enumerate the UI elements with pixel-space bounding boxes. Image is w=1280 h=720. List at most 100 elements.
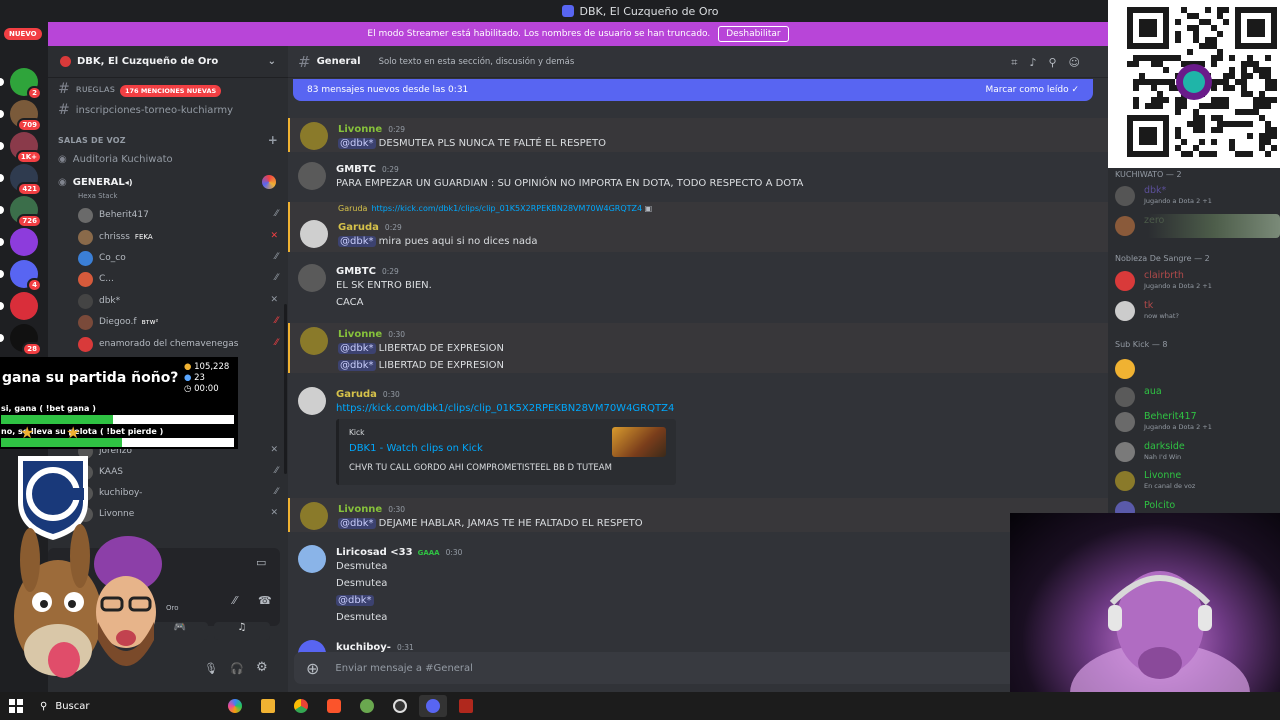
reply-preview[interactable]: Garuda https://kick.com/dbk1/clips/clip_0… [338, 204, 652, 213]
soundboard-button[interactable]: ♫ [214, 622, 270, 640]
voice-user[interactable]: enamorado del chemavenegas [78, 334, 238, 354]
user-mention[interactable]: @dbk* [336, 595, 374, 606]
text-channel[interactable]: # ʀᴜᴇɢʟᴀꜱ [58, 80, 115, 98]
attach-plus-icon[interactable]: ⊕ [306, 659, 319, 678]
member-item[interactable] [1115, 357, 1280, 381]
server-icon[interactable] [0, 228, 38, 256]
author-avatar[interactable] [300, 122, 328, 150]
text-channel[interactable]: # inscripciones-torneo-kuchiarmy [58, 101, 233, 119]
member-activity: Jugando a Dota 2 +1 [1144, 282, 1212, 290]
message-author[interactable]: Livonne 0:30 [338, 504, 405, 515]
member-item[interactable]: Livonne En canal de voz [1115, 469, 1280, 493]
obs-icon[interactable] [386, 695, 414, 717]
member-item[interactable]: darkside Nah I'd Win [1115, 440, 1280, 464]
headphones-icon[interactable]: 🎧 [230, 662, 244, 675]
bell-icon[interactable]: ♪ [1029, 56, 1048, 69]
voice-user[interactable]: chrisss FEKA [78, 227, 153, 247]
app-icon[interactable] [353, 695, 381, 717]
server-header[interactable]: DBK, El Cuzqueño de Oro ⌄ [48, 46, 288, 78]
voice-user[interactable]: dbk* [78, 291, 120, 311]
screen-share-icon[interactable]: ▭ [256, 556, 266, 569]
member-item[interactable]: dbk* Jugando a Dota 2 +1 [1115, 184, 1280, 208]
mark-read-button[interactable]: Marcar como leído ✓ [985, 85, 1079, 95]
server-icon[interactable]: 28 [0, 324, 42, 356]
members-icon[interactable]: ☺ [1069, 56, 1092, 69]
author-avatar[interactable] [300, 502, 328, 530]
message-author[interactable]: Livonne 0:30 [338, 329, 405, 340]
server-icon[interactable]: 421 [0, 164, 42, 196]
member-item[interactable]: clairbrth Jugando a Dota 2 +1 [1115, 269, 1280, 293]
disconnect-icon[interactable]: ☎ [258, 594, 272, 607]
new-messages-bar[interactable]: 83 mensajes nuevos desde las 0:31 Marcar… [293, 79, 1093, 101]
author-avatar[interactable] [298, 545, 326, 573]
message-author[interactable]: Livonne 0:29 [338, 124, 405, 135]
prediction-poll-overlay: gana su partida ñoño? ● 105,228 ● 23 ◷ 0… [0, 357, 238, 449]
user-mention[interactable]: @dbk* [338, 360, 376, 371]
message-author[interactable]: Garuda 0:30 [336, 389, 400, 400]
copilot-icon[interactable] [221, 695, 249, 717]
reply-link[interactable]: https://kick.com/dbk1/clips/clip_01K5X2R… [371, 204, 642, 213]
voice-channel[interactable]: ◉ Auditoria Kuchiwato [58, 150, 173, 168]
server-icon[interactable]: 2 [0, 68, 42, 100]
server-icon[interactable] [0, 292, 38, 320]
windows-start-button[interactable] [0, 692, 32, 720]
chevron-down-icon[interactable]: ⌄ [268, 56, 276, 67]
member-item[interactable]: Polcito [1115, 499, 1280, 513]
poll-option-yes: si, gana ( !bet gana ) [1, 404, 96, 413]
author-avatar[interactable] [298, 264, 326, 292]
voice-user-name: chrisss [99, 232, 130, 242]
threads-icon[interactable]: ⌗ [1011, 56, 1029, 69]
author-avatar[interactable] [298, 162, 326, 190]
unread-dot [0, 302, 4, 310]
member-item[interactable]: aua [1115, 385, 1280, 409]
discord-window: DBK, El Cuzqueño de Oro 2 709 1K+ 421 726 4 28… [0, 0, 1280, 720]
dota2-icon[interactable] [452, 695, 480, 717]
pin-icon[interactable]: ⚲ [1048, 56, 1068, 69]
message-link[interactable]: https://kick.com/dbk1/clips/clip_01K5X2R… [336, 403, 674, 414]
webcam-figure [1070, 571, 1250, 720]
embed-title[interactable]: DBK1 - Watch clips on Kick [349, 443, 483, 454]
server-icon[interactable]: 709 [0, 100, 42, 132]
voice-user[interactable]: Beherit417 [78, 205, 149, 225]
scrollbar[interactable] [284, 304, 287, 474]
voice-user[interactable]: Diegoo.f ʙᴛᴡ² [78, 312, 158, 332]
settings-gear-icon[interactable]: ⚙ [256, 660, 268, 675]
message-author[interactable]: Liricosad <33 GAAA 0:30 [336, 547, 462, 558]
message-author[interactable]: GMBTC 0:29 [336, 266, 399, 277]
file-explorer-icon[interactable] [254, 695, 282, 717]
add-channel-icon[interactable]: + [268, 133, 278, 147]
voice-channel[interactable]: ◉ GENERAL ◂) [58, 173, 132, 191]
author-avatar[interactable] [300, 220, 328, 248]
member-item[interactable]: tk now what? [1115, 299, 1280, 323]
disable-streamer-button[interactable]: Deshabilitar [718, 26, 789, 42]
message-author[interactable]: Garuda 0:29 [338, 222, 402, 233]
member-item[interactable]: Beherit417 Jugando a Dota 2 +1 [1115, 410, 1280, 434]
author-name: GMBTC [336, 266, 376, 277]
server-icon[interactable]: 4 [0, 260, 42, 292]
user-mention[interactable]: @dbk* [338, 343, 376, 354]
message-line: @dbk* LIBERTAD DE EXPRESION [338, 343, 504, 354]
chrome-icon[interactable] [287, 695, 315, 717]
message-author[interactable]: GMBTC 0:29 [336, 164, 399, 175]
server-icon[interactable]: 1K+ [0, 132, 42, 164]
member-item[interactable]: zero [1115, 214, 1280, 238]
user-mention[interactable]: @dbk* [338, 518, 376, 529]
author-avatar[interactable] [300, 327, 328, 355]
muted-icon: ⁄⁄ [274, 273, 278, 283]
message-composer[interactable]: ⊕ Enviar mensaje a #General ▣▤☺ [294, 652, 1098, 684]
author-avatar[interactable] [298, 387, 326, 415]
embed-thumbnail[interactable] [612, 427, 666, 457]
voice-user[interactable]: Co_co [78, 248, 126, 268]
user-mention[interactable]: @dbk* [338, 236, 376, 247]
voice-category[interactable]: SALAS DE VOZ + [58, 133, 278, 147]
mic-icon[interactable]: 🎙 [204, 662, 218, 675]
server-icon[interactable]: 726 [0, 196, 42, 228]
mentions-badge[interactable]: 176 MENCIONES NUEVAS [120, 85, 222, 97]
taskbar-search[interactable]: ⚲ Buscar [32, 692, 218, 720]
brave-icon[interactable] [320, 695, 348, 717]
user-mention[interactable]: @dbk* [338, 138, 376, 149]
voice-user[interactable]: C... [78, 269, 114, 289]
discord-taskbar-icon[interactable] [418, 695, 447, 717]
voice-user-name: C... [99, 274, 114, 284]
noise-suppression-icon[interactable]: ⁄⁄ [233, 594, 237, 607]
